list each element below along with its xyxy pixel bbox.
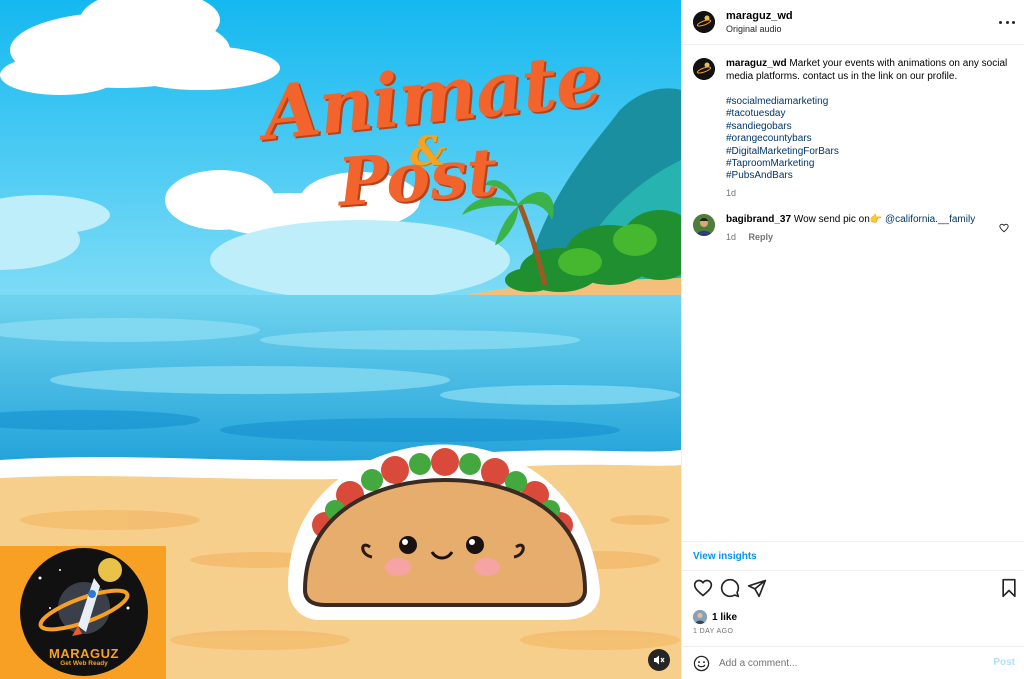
- comment-button[interactable]: [720, 578, 740, 603]
- save-button[interactable]: [1000, 578, 1018, 603]
- post-actions: [682, 578, 1024, 600]
- paper-plane-icon: [747, 579, 767, 598]
- maraguz-logo-badge: MARAGUZ Get Web Ready: [0, 546, 166, 679]
- post-comment-button[interactable]: Post: [993, 657, 1015, 668]
- like-button[interactable]: [693, 578, 713, 603]
- maraguz-avatar-icon: [693, 58, 715, 80]
- smiley-face-icon: [693, 655, 710, 672]
- hashtag-link[interactable]: #tacotuesday: [726, 108, 1011, 120]
- speech-bubble-icon: [720, 578, 740, 598]
- hashtag-link[interactable]: #TaproomMarketing: [726, 158, 1011, 170]
- audio-label[interactable]: Original audio: [726, 24, 782, 34]
- heart-outline-icon: [693, 579, 713, 597]
- dot-icon: [999, 20, 1002, 24]
- comment-text: Wow send pic on👉: [793, 214, 883, 225]
- bookmark-icon: [1002, 578, 1016, 598]
- caption-author-avatar[interactable]: [693, 58, 715, 80]
- post-header: maraguz_wd Original audio: [682, 0, 1024, 45]
- post-date: 1 DAY AGO: [693, 628, 734, 635]
- animation-title-ampersand: &: [410, 128, 447, 175]
- dot-icon: [1005, 20, 1009, 24]
- add-comment-input[interactable]: [719, 655, 979, 671]
- likes-count[interactable]: 1 like: [712, 612, 737, 623]
- hashtag-list: #socialmediamarketing #tacotuesday #sand…: [726, 96, 1011, 183]
- maraguz-avatar-icon: [693, 11, 715, 33]
- liker-avatar: [693, 610, 707, 624]
- add-comment-bar: Post: [682, 646, 1024, 679]
- hashtag-link[interactable]: #socialmediamarketing: [726, 96, 1011, 108]
- commenter-username[interactable]: bagibrand_37: [726, 214, 791, 225]
- comment-meta: 1d Reply: [726, 232, 773, 242]
- dot-icon: [1012, 20, 1015, 24]
- user-photo-icon: [693, 610, 707, 624]
- caption-timestamp: 1d: [726, 187, 737, 198]
- comment-body: bagibrand_37 Wow send pic on👉 @californi…: [726, 214, 996, 226]
- caption-body: maraguz_wd Market your events with anima…: [726, 58, 1011, 199]
- heart-outline-icon: [999, 223, 1009, 233]
- post-viewer: Animate Post & MARAGUZ Get Web Ready mar…: [0, 0, 1024, 679]
- hashtag-link[interactable]: #DigitalMarketingForBars: [726, 146, 1011, 158]
- post-side-panel: maraguz_wd Original audio maraguz_wd Mar…: [681, 0, 1024, 679]
- comment-timestamp: 1d: [726, 232, 737, 242]
- hashtag-link[interactable]: #orangecountybars: [726, 133, 1011, 145]
- caption-username[interactable]: maraguz_wd: [726, 58, 787, 69]
- maraguz-logo: MARAGUZ Get Web Ready: [20, 548, 148, 676]
- speaker-muted-icon: [654, 655, 665, 665]
- reply-button[interactable]: Reply: [749, 232, 774, 242]
- mute-button[interactable]: [648, 649, 670, 671]
- view-insights-link[interactable]: View insights: [693, 551, 757, 562]
- hashtag-link[interactable]: #PubsAndBars: [726, 170, 1011, 182]
- commenter-avatar[interactable]: [693, 214, 715, 236]
- share-button[interactable]: [747, 578, 767, 603]
- insights-bar: View insights: [682, 541, 1024, 571]
- hashtag-link[interactable]: #sandiegobars: [726, 121, 1011, 133]
- author-username[interactable]: maraguz_wd: [726, 10, 793, 22]
- more-options-icon[interactable]: [999, 16, 1015, 28]
- user-photo-icon: [693, 214, 715, 236]
- post-media[interactable]: Animate Post & MARAGUZ Get Web Ready: [0, 0, 681, 679]
- author-avatar[interactable]: [693, 11, 715, 33]
- logo-tagline: Get Web Ready: [60, 660, 108, 667]
- comment-mention-link[interactable]: @california.__family: [885, 214, 975, 225]
- emoji-button[interactable]: [693, 655, 710, 677]
- comment-like-icon[interactable]: [999, 220, 1009, 238]
- logo-brand-name: MARAGUZ: [49, 646, 119, 661]
